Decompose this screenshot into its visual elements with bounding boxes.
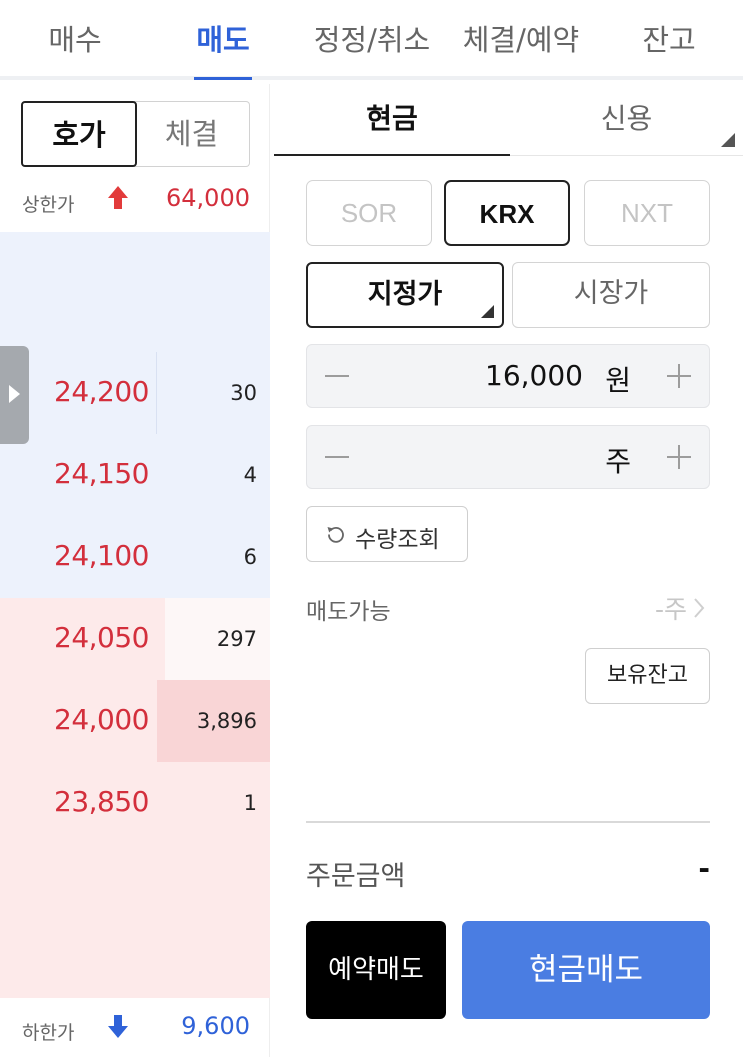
price-value[interactable]: 16,000 <box>485 359 583 392</box>
order-book-row[interactable]: 24,100 6 <box>0 516 270 598</box>
row-qty-cell: 4 <box>157 434 270 516</box>
row-qty: 1 <box>243 791 257 815</box>
row-qty-cell: 30 <box>157 352 270 434</box>
row-price: 24,000 <box>54 703 149 736</box>
cash-sell-button[interactable]: 현금매도 <box>462 921 710 1019</box>
row-price: 24,200 <box>54 375 149 408</box>
order-book: 24,200 30 24,150 4 24,100 6 24,050 297 2… <box>0 232 270 998</box>
row-qty: 297 <box>216 627 257 651</box>
order-book-row[interactable]: 24,150 4 <box>0 434 270 516</box>
arrow-up-icon <box>108 186 128 209</box>
market-sor-button[interactable]: SOR <box>306 180 432 246</box>
quantity-lookup-button[interactable]: 수량조회 <box>306 506 468 562</box>
dropdown-corner-icon <box>481 305 494 318</box>
dropdown-corner-icon[interactable] <box>721 133 735 147</box>
upper-limit-row: 상한가 64,000 <box>0 178 270 228</box>
limit-price-label: 지정가 <box>367 279 443 310</box>
sellable-label: 매도가능 <box>306 599 391 625</box>
lower-limit-label: 하한가 <box>22 1022 75 1044</box>
quote-view-button[interactable]: 호가 <box>21 101 137 167</box>
book-view-toggle: 호가 체결 <box>21 101 250 167</box>
row-qty-cell: 1 <box>157 762 270 844</box>
order-book-row[interactable]: 24,050 297 <box>0 598 270 680</box>
row-price: 24,100 <box>54 539 149 572</box>
row-qty-cell: 3,896 <box>157 680 270 762</box>
tab-credit[interactable]: 신용 <box>510 84 743 156</box>
order-amount-label: 주문금액 <box>306 861 406 892</box>
refresh-icon <box>327 526 344 543</box>
trades-view-button[interactable]: 체결 <box>134 101 250 167</box>
order-book-panel: 호가 체결 상한가 64,000 24,200 30 24,150 4 24,1… <box>0 84 270 1057</box>
tab-balance[interactable]: 잔고 <box>630 0 708 80</box>
row-price: 24,050 <box>54 621 149 654</box>
price-stepper[interactable]: 16,000 원 <box>306 344 710 408</box>
row-qty: 4 <box>243 463 257 487</box>
row-qty: 3,896 <box>196 709 257 733</box>
quantity-lookup-label: 수량조회 <box>355 527 440 553</box>
market-krx-button[interactable]: KRX <box>444 180 570 246</box>
sellable-value[interactable]: -주 <box>655 590 687 626</box>
row-qty-cell: 297 <box>165 598 270 680</box>
order-book-row[interactable]: 24,200 30 <box>0 352 270 434</box>
panel-expand-handle[interactable] <box>0 346 29 444</box>
price-unit: 원 <box>605 364 631 397</box>
arrow-down-icon <box>108 1015 128 1038</box>
tab-buy[interactable]: 매수 <box>36 0 114 80</box>
order-amount-value: - <box>698 852 710 885</box>
minus-icon[interactable] <box>325 456 349 458</box>
row-price: 23,850 <box>54 785 149 818</box>
lower-limit-row: 하한가 9,600 <box>0 1006 270 1056</box>
holdings-button[interactable]: 보유잔고 <box>585 648 710 704</box>
order-book-row[interactable]: 24,000 3,896 <box>0 680 270 762</box>
tab-cash[interactable]: 현금 <box>274 84 510 156</box>
row-qty: 30 <box>230 381 257 405</box>
market-nxt-button[interactable]: NXT <box>584 180 710 246</box>
tab-modify-cancel[interactable]: 정정/취소 <box>306 0 438 80</box>
upper-limit-price: 64,000 <box>166 184 250 212</box>
quantity-stepper[interactable]: 주 <box>306 425 710 489</box>
quantity-unit: 주 <box>605 445 631 478</box>
limit-price-button[interactable]: 지정가 <box>306 262 504 328</box>
order-book-row[interactable]: 23,850 1 <box>0 762 270 844</box>
minus-icon[interactable] <box>325 375 349 377</box>
row-qty: 6 <box>243 545 257 569</box>
upper-limit-label: 상한가 <box>22 194 75 216</box>
order-type-tabs: 매수 매도 정정/취소 체결/예약 잔고 <box>0 0 743 80</box>
account-type-tabs: 현금 신용 <box>274 84 743 156</box>
market-price-button[interactable]: 시장가 <box>512 262 710 328</box>
lower-limit-price: 9,600 <box>181 1012 250 1040</box>
tab-sell[interactable]: 매도 <box>194 0 252 80</box>
tab-executed-reserved[interactable]: 체결/예약 <box>454 0 588 80</box>
chevron-right-icon <box>9 385 20 403</box>
chevron-right-icon[interactable] <box>689 596 709 620</box>
row-qty-cell: 6 <box>157 516 270 598</box>
reserve-sell-button[interactable]: 예약매도 <box>306 921 446 1019</box>
order-form-panel: 현금 신용 SOR KRX NXT 지정가 시장가 16,000 원 주 수량조… <box>274 84 743 1057</box>
divider <box>306 821 710 823</box>
row-price: 24,150 <box>54 457 149 490</box>
